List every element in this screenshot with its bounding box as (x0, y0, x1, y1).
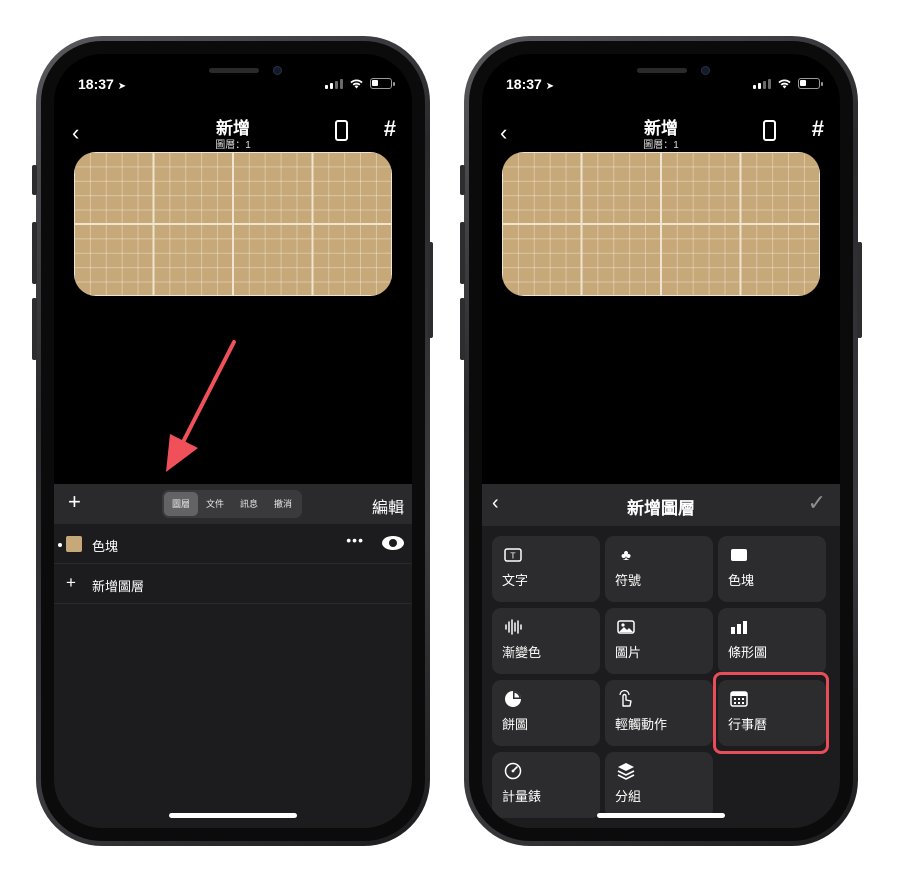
left-phone-screen: 18:37 ➤ ‹ 新增 圖層：1 # + 圖層 文件 訊息 撤消 編輯 色塊 … (54, 54, 412, 828)
location-icon: ➤ (117, 81, 127, 92)
edit-button[interactable]: 編輯 (372, 494, 404, 518)
device-preview-icon[interactable] (763, 120, 776, 141)
left-phone-frame: 18:37 ➤ ‹ 新增 圖層：1 # + 圖層 文件 訊息 撤消 編輯 色塊 … (36, 36, 430, 846)
battery-icon (370, 78, 395, 89)
tab-layers[interactable]: 圖層 (164, 492, 198, 516)
more-icon[interactable]: ••• (346, 532, 364, 548)
left-phone-volume-down (32, 298, 37, 360)
wifi-icon (778, 79, 791, 89)
right-phone-volume-down (460, 298, 465, 360)
pie-chart-icon (504, 690, 522, 708)
status-icons (325, 78, 395, 89)
left-phone-silent-switch (32, 165, 37, 195)
club-symbol-icon: ♣ (621, 546, 631, 564)
location-icon: ➤ (545, 81, 555, 92)
tab-info[interactable]: 訊息 (232, 492, 266, 516)
cellular-signal-icon (753, 78, 771, 89)
speaker-grille (637, 68, 687, 73)
sheet-header: ‹ 新增圖層 ✓ (482, 484, 840, 526)
status-time: 18:37 ➤ (506, 76, 555, 92)
device-preview-icon[interactable] (335, 120, 348, 141)
color-block-icon (730, 546, 748, 564)
layer-type-text[interactable]: T 文字 (492, 536, 600, 602)
layer-type-symbol[interactable]: ♣ 符號 (605, 536, 713, 602)
layers-panel: + 圖層 文件 訊息 撤消 編輯 色塊 ••• + 新增圖層 (54, 484, 412, 828)
checkmark-icon[interactable]: ✓ (808, 490, 826, 516)
widget-preview[interactable] (502, 152, 820, 296)
layer-type-group[interactable]: 分組 (605, 752, 713, 818)
left-phone-bezel: 18:37 ➤ ‹ 新增 圖層：1 # + 圖層 文件 訊息 撤消 編輯 色塊 … (41, 41, 425, 841)
layer-type-gauge[interactable]: 計量錶 (492, 752, 600, 818)
layer-type-image[interactable]: 圖片 (605, 608, 713, 674)
layer-color-swatch (66, 536, 82, 552)
add-layer-row[interactable]: + 新增圖層 (54, 564, 412, 604)
add-layer-sheet: ‹ 新增圖層 ✓ T 文字 ♣ 符號 色塊 漸變色 圖片 條形圖 餅圖 輕觸動作… (482, 484, 840, 828)
home-indicator[interactable] (169, 813, 297, 818)
nav-bar: ‹ 新增 圖層：1 # (482, 110, 840, 154)
layers-toolbar: + 圖層 文件 訊息 撤消 編輯 (54, 484, 412, 524)
grid-toggle-icon[interactable]: # (812, 116, 824, 142)
layers-icon (617, 762, 635, 780)
right-phone-power-button (857, 242, 862, 338)
nav-bar: ‹ 新增 圖層：1 # (54, 110, 412, 154)
right-phone-frame: 18:37 ➤ ‹ 新增 圖層：1 # ‹ 新增圖層 ✓ T 文字 ♣ 符號 色… (464, 36, 858, 846)
bar-chart-icon (730, 618, 748, 636)
add-icon[interactable]: + (68, 489, 81, 515)
gauge-icon (504, 762, 522, 780)
sheet-title: 新增圖層 (627, 499, 695, 518)
wifi-icon (350, 79, 363, 89)
tap-gesture-icon (617, 690, 635, 708)
layer-type-color-block[interactable]: 色塊 (718, 536, 826, 602)
right-phone-silent-switch (460, 165, 465, 195)
layer-type-pie-chart[interactable]: 餅圖 (492, 680, 600, 746)
left-phone-volume-up (32, 222, 37, 284)
right-phone-screen: 18:37 ➤ ‹ 新增 圖層：1 # ‹ 新增圖層 ✓ T 文字 ♣ 符號 色… (482, 54, 840, 828)
front-camera (273, 66, 282, 75)
status-icons (753, 78, 823, 89)
widget-preview[interactable] (74, 152, 392, 296)
selected-dot (58, 543, 62, 547)
layer-row[interactable]: 色塊 ••• (54, 524, 412, 564)
eye-icon[interactable] (382, 536, 404, 550)
layer-type-bar-chart[interactable]: 條形圖 (718, 608, 826, 674)
gradient-wave-icon (504, 618, 522, 636)
text-box-icon: T (504, 546, 522, 564)
front-camera (701, 66, 710, 75)
layer-name: 色塊 (92, 539, 119, 554)
segmented-control: 圖層 文件 訊息 撤消 (162, 490, 302, 518)
left-phone-power-button (428, 242, 433, 338)
right-phone-volume-up (460, 222, 465, 284)
grid-toggle-icon[interactable]: # (384, 116, 396, 142)
tab-undo[interactable]: 撤消 (266, 492, 300, 516)
layer-type-gradient[interactable]: 漸變色 (492, 608, 600, 674)
tab-document[interactable]: 文件 (198, 492, 232, 516)
calendar-highlight-box (713, 672, 829, 754)
image-icon (617, 618, 635, 636)
home-indicator[interactable] (597, 813, 725, 818)
battery-icon (798, 78, 823, 89)
speaker-grille (209, 68, 259, 73)
layer-type-tap-action[interactable]: 輕觸動作 (605, 680, 713, 746)
layer-count: 圖層：1 (215, 140, 251, 151)
annotation-arrow (166, 340, 236, 472)
layer-count: 圖層：1 (643, 140, 679, 151)
cellular-signal-icon (325, 78, 343, 89)
right-phone-bezel: 18:37 ➤ ‹ 新增 圖層：1 # ‹ 新增圖層 ✓ T 文字 ♣ 符號 色… (469, 41, 853, 841)
svg-text:T: T (510, 552, 516, 561)
status-time: 18:37 ➤ (78, 76, 127, 92)
add-layer-label: 新增圖層 (92, 579, 145, 594)
plus-icon: + (66, 573, 76, 592)
